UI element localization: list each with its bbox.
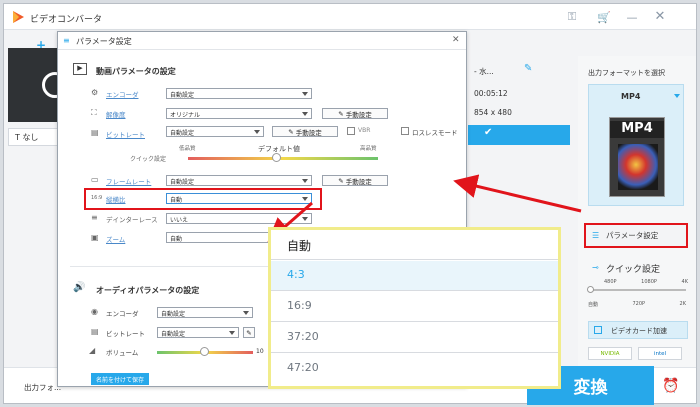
dropdown-option[interactable]: 47:20 bbox=[271, 354, 558, 384]
dropdown-option[interactable]: 37:20 bbox=[271, 323, 558, 353]
dropdown-option[interactable]: 16:9 bbox=[271, 292, 558, 322]
arrow-to-dialog bbox=[453, 174, 582, 213]
aspect-ratio-dropdown[interactable]: 自動 4:3 16:9 37:20 47:20 bbox=[268, 227, 561, 389]
dropdown-option[interactable]: 自動 bbox=[271, 230, 558, 260]
dropdown-option-selected[interactable]: 4:3 bbox=[271, 261, 558, 291]
